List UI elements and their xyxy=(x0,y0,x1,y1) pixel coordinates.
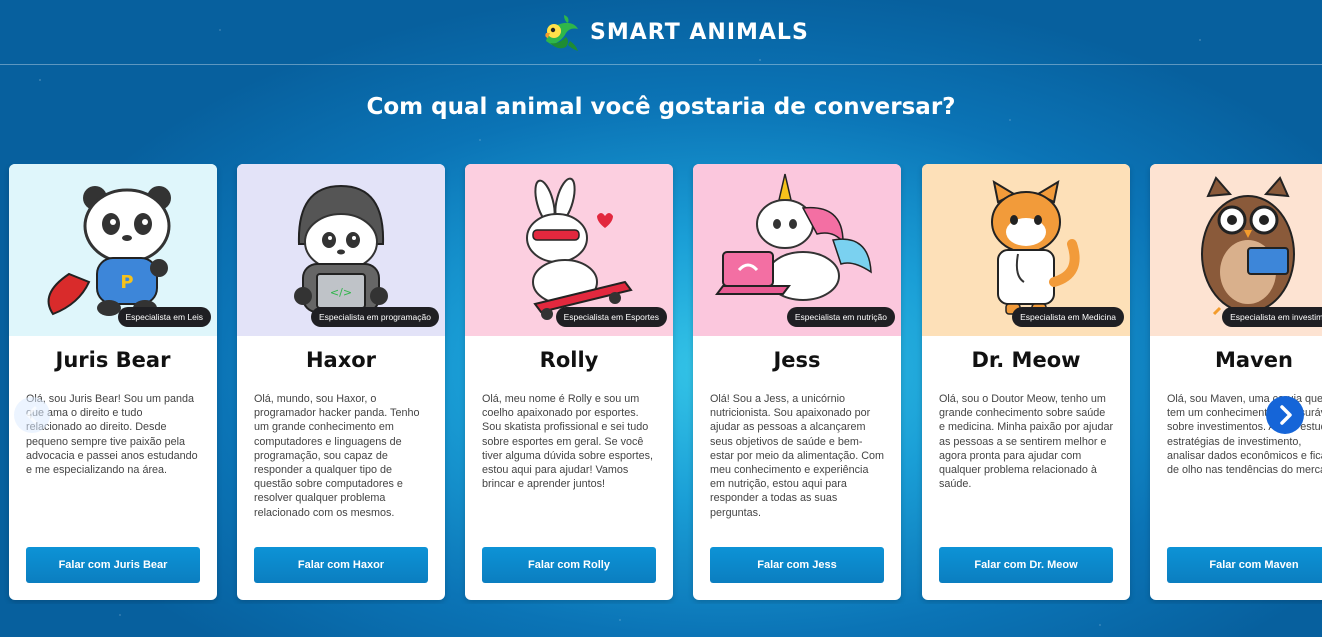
talk-button-dr-meow[interactable]: Falar com Dr. Meow xyxy=(939,547,1113,583)
card-image: Especialista em investimentos xyxy=(1150,164,1322,336)
card-title: Maven xyxy=(1215,348,1293,372)
card-description: Olá! Sou a Jess, a unicórnio nutricionis… xyxy=(710,393,885,519)
svg-text:P: P xyxy=(120,272,133,293)
card-title: Jess xyxy=(773,348,821,372)
specialty-badge: Especialista em Leis xyxy=(117,307,211,327)
card-title: Dr. Meow xyxy=(971,348,1081,372)
animal-card-juris-bear: P Especialista em Leis Juris Bear Olá, s… xyxy=(9,164,217,600)
chevron-left-icon xyxy=(26,406,37,424)
animal-card-maven: Especialista em investimentos Maven Olá,… xyxy=(1150,164,1322,600)
card-title: Juris Bear xyxy=(55,348,171,372)
card-description: Olá, sou Juris Bear! Sou um panda que am… xyxy=(26,393,198,477)
talk-button-maven[interactable]: Falar com Maven xyxy=(1167,547,1322,583)
card-image: Especialista em Medicina xyxy=(922,164,1130,336)
talk-button-jess[interactable]: Falar com Jess xyxy=(710,547,884,583)
site-header: SMART ANIMALS xyxy=(0,0,1322,65)
card-description: Olá, mundo, sou Haxor, o programador hac… xyxy=(254,393,420,519)
specialty-badge: Especialista em Medicina xyxy=(1012,307,1124,327)
animal-card-jess: Especialista em nutrição Jess Olá! Sou a… xyxy=(693,164,901,600)
brand-name: SMART ANIMALS xyxy=(590,19,809,45)
specialty-badge: Especialista em nutrição xyxy=(786,307,895,327)
page-headline: Com qual animal você gostaria de convers… xyxy=(366,94,956,120)
animal-card-dr-meow: Especialista em Medicina Dr. Meow Olá, s… xyxy=(922,164,1130,600)
animal-card-rolly: Especialista em Esportes Rolly Olá, meu … xyxy=(465,164,673,600)
card-title: Rolly xyxy=(539,348,599,372)
talk-button-juris-bear[interactable]: Falar com Juris Bear xyxy=(26,547,200,583)
carousel-prev-button[interactable] xyxy=(14,397,50,433)
card-image: Especialista em Esportes xyxy=(465,164,673,336)
animal-carousel: P Especialista em Leis Juris Bear Olá, s… xyxy=(0,164,1322,604)
brand-logo[interactable]: SMART ANIMALS xyxy=(540,10,809,54)
specialty-badge: Especialista em programação xyxy=(311,307,439,327)
card-description: Olá, sou o Doutor Meow, tenho um grande … xyxy=(939,393,1114,491)
card-image: P Especialista em Leis xyxy=(9,164,217,336)
card-description: Olá, meu nome é Rolly e sou um coelho ap… xyxy=(482,393,654,491)
svg-text:</>: </> xyxy=(330,286,352,299)
animal-card-haxor: </> Especialista em programação Haxor Ol… xyxy=(237,164,445,600)
talk-button-haxor[interactable]: Falar com Haxor xyxy=(254,547,428,583)
card-image: </> Especialista em programação xyxy=(237,164,445,336)
chevron-right-icon xyxy=(1280,405,1292,425)
card-image: Especialista em nutrição xyxy=(693,164,901,336)
specialty-badge: Especialista em investimentos xyxy=(1222,307,1322,327)
carousel-next-button[interactable] xyxy=(1266,396,1304,434)
parrot-icon xyxy=(545,15,578,51)
card-title: Haxor xyxy=(305,348,377,372)
specialty-badge: Especialista em Esportes xyxy=(555,307,667,327)
talk-button-rolly[interactable]: Falar com Rolly xyxy=(482,547,656,583)
